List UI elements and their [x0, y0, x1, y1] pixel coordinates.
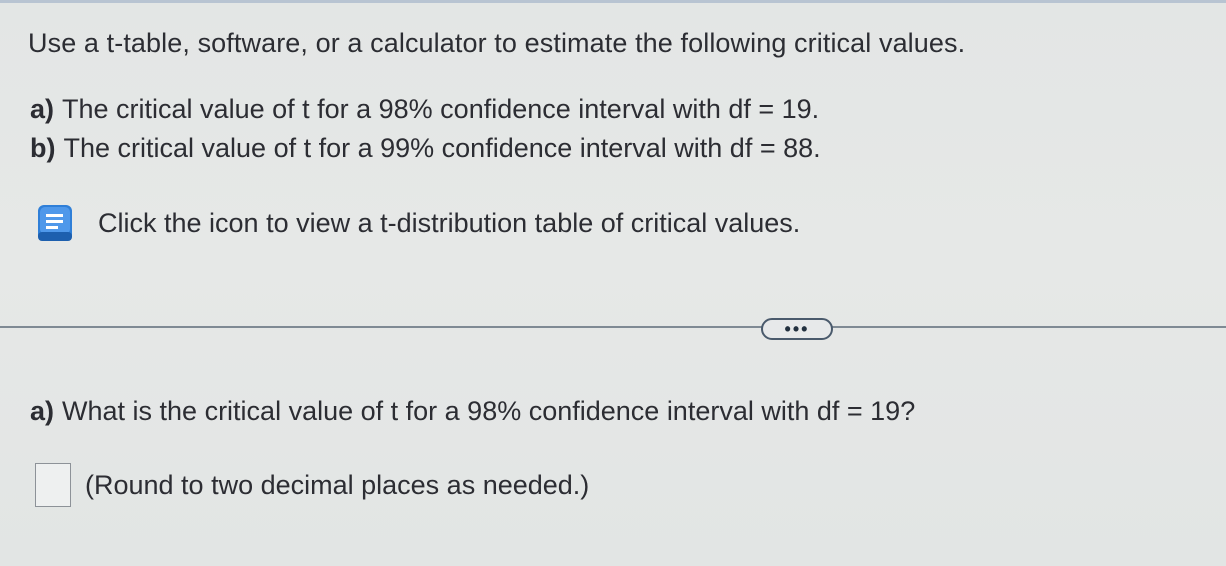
question-a-text: What is the critical value of t for a 98… — [62, 396, 916, 426]
part-a: a) The critical value of t for a 98% conf… — [30, 94, 819, 125]
question-a: a) What is the critical value of t for a … — [30, 396, 915, 427]
part-b-text: The critical value of t for a 99% confid… — [63, 133, 821, 163]
question-a-tag: a) — [30, 396, 55, 426]
answer-row: (Round to two decimal places as needed.) — [35, 463, 589, 507]
answer-input[interactable] — [35, 463, 71, 507]
instructions-text: Use a t-table, software, or a calculator… — [28, 28, 966, 58]
top-border — [0, 0, 1226, 3]
rounding-note: (Round to two decimal places as needed.) — [85, 469, 590, 500]
divider — [0, 326, 1226, 328]
t-table-link-label[interactable]: Click the icon to view a t-distribution … — [98, 208, 800, 239]
part-b-tag: b) — [30, 133, 56, 163]
part-a-tag: a) — [30, 94, 55, 124]
more-button[interactable]: ••• — [761, 318, 833, 340]
book-icon[interactable] — [34, 202, 76, 244]
t-table-link[interactable]: Click the icon to view a t-distribution … — [34, 202, 800, 244]
part-b: b) The critical value of t for a 99% conf… — [30, 133, 821, 164]
part-a-text: The critical value of t for a 98% confid… — [62, 94, 820, 124]
